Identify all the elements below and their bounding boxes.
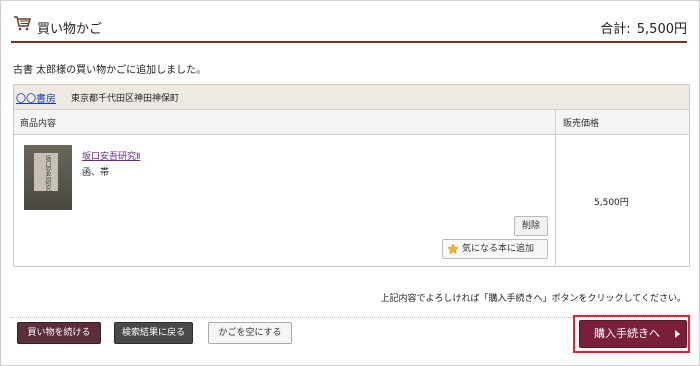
column-divider [555,110,556,266]
added-message: 古書 太郎様の買い物かごに追加しました。 [13,65,207,76]
delete-button[interactable]: 削除 [514,216,548,236]
cart-total: 合計: 5,500円 [600,18,687,37]
cart-table: 〇〇書房 東京都千代田区神田神保町 商品内容 販売価格 坂口安吾研究 坂口安吾研… [13,84,690,267]
back-to-results-button[interactable]: 検索結果に戻る [114,322,193,344]
add-to-favorites-button[interactable]: 気になる本に追加 [442,239,548,259]
cart-panel: 買い物かご 合計: 5,500円 古書 太郎様の買い物かごに追加しました。 〇〇… [0,0,700,366]
cart-icon [14,16,31,31]
total-value: 5,500円 [636,22,687,37]
column-header-product: 商品内容 [20,119,57,129]
store-address: 東京都千代田区神田神保町 [71,94,180,104]
item-title-link[interactable]: 坂口安吾研究Ⅱ [82,149,140,162]
total-label: 合計: [600,22,631,37]
store-link[interactable]: 〇〇書房 [16,90,56,105]
item-condition: 函、帯 [82,168,110,178]
empty-cart-button[interactable]: かごを空にする [208,322,292,344]
continue-shopping-button[interactable]: 買い物を続ける [17,322,101,344]
table-header-row: 商品内容 販売価格 [14,110,689,135]
book-cover-image[interactable]: 坂口安吾研究 [24,145,72,210]
star-icon [447,243,459,255]
page-title: 買い物かご [37,22,103,37]
cart-header: 買い物かご 合計: 5,500円 [11,13,687,41]
header-divider [11,41,687,43]
item-price: 5,500円 [594,198,629,208]
purchase-label: 購入手続きへ [594,327,660,340]
column-header-price: 販売価格 [563,119,600,129]
book-cover-text: 坂口安吾研究 [44,155,51,191]
store-row: 〇〇書房 東京都千代田区神田神保町 [14,85,689,110]
arrow-right-icon [675,330,680,338]
purchase-instruction: 上記内容でよろしければ「購入手続きへ」ボタンをクリックしてください。 [380,294,686,304]
add-to-favorites-label: 気になる本に追加 [462,244,535,254]
purchase-button[interactable]: 購入手続きへ [579,320,687,348]
